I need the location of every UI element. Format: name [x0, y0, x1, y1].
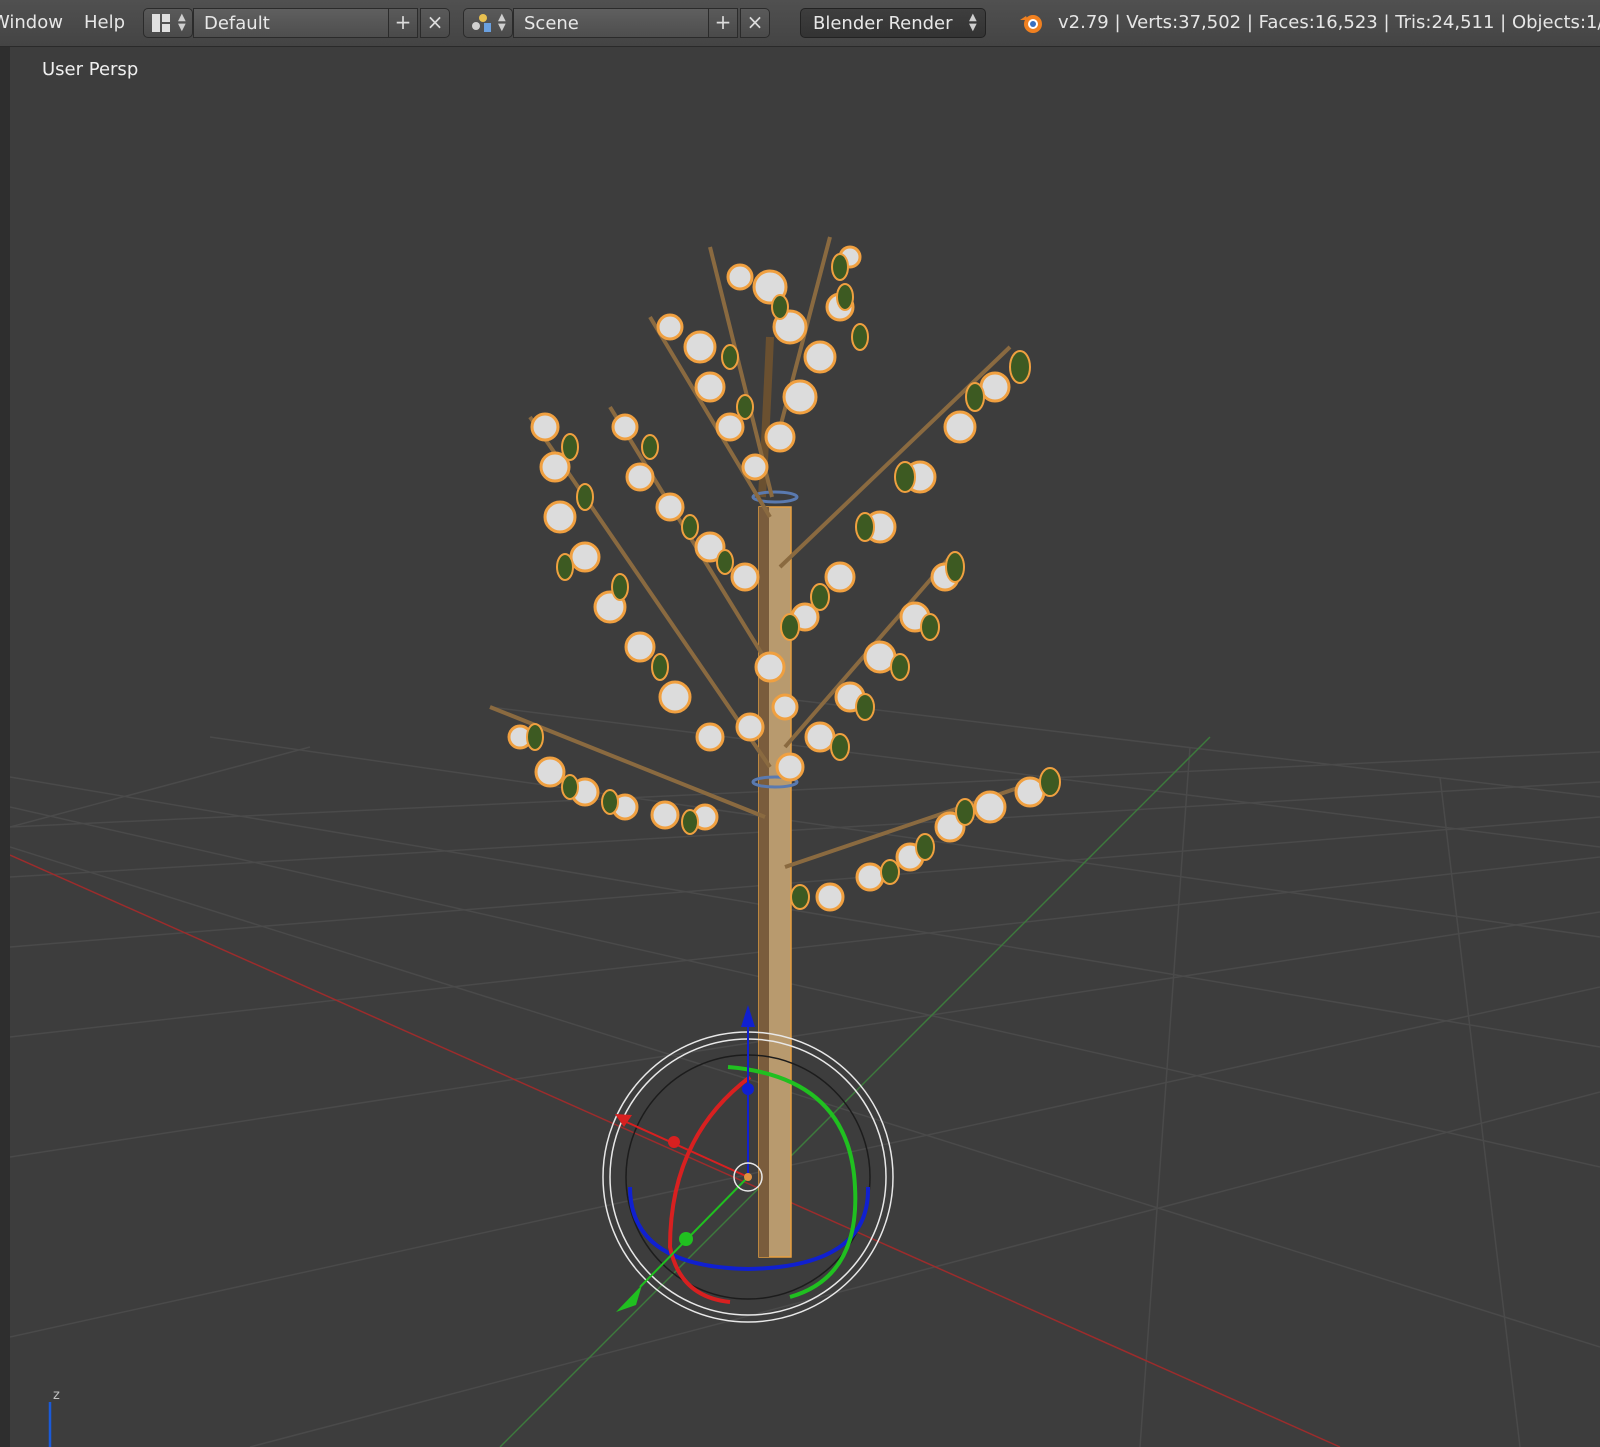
render-engine-text: Blender Render: [813, 13, 953, 34]
layout-name-text: Default: [204, 13, 270, 34]
scene-remove-button[interactable]: ×: [740, 8, 770, 38]
viewport-canvas: z: [10, 236, 1600, 1447]
view-axis-indicator: z: [48, 1388, 60, 1447]
render-engine-select[interactable]: Blender Render ▲ ▼: [800, 8, 986, 38]
floor-grid: [10, 696, 1600, 1447]
3d-viewport[interactable]: User Persp z: [10, 47, 1600, 1447]
scene-name-field[interactable]: Scene: [513, 8, 709, 38]
layout-remove-button[interactable]: ×: [420, 8, 450, 38]
plus-icon: +: [714, 10, 732, 34]
layout-icon: [152, 14, 170, 32]
x-axis-line: [10, 854, 1341, 1447]
menu-help[interactable]: Help: [84, 12, 125, 33]
info-header: Window Help ▲ ▼ Default + × ▲ ▼ Scene + × …: [0, 0, 1600, 47]
menu-window[interactable]: Window: [0, 12, 63, 33]
axis-z-label: z: [53, 1388, 60, 1403]
scene-add-button[interactable]: +: [708, 8, 738, 38]
layout-browse-button[interactable]: ▲ ▼: [143, 8, 193, 38]
z-rotation-ring[interactable]: [628, 1186, 871, 1272]
z-axis-arrow-icon[interactable]: [741, 1005, 755, 1027]
plus-icon: +: [394, 10, 412, 34]
blender-logo-icon: [1018, 10, 1046, 36]
scene-icon: [472, 14, 492, 34]
dropdown-arrows-icon: ▲ ▼: [178, 12, 186, 33]
layout-add-button[interactable]: +: [388, 8, 418, 38]
scene-browse-button[interactable]: ▲ ▼: [463, 8, 513, 38]
dropdown-arrows-icon: ▲ ▼: [969, 12, 977, 33]
layout-name-field[interactable]: Default: [193, 8, 389, 38]
close-icon: ×: [426, 10, 444, 34]
translate-manipulator[interactable]: [615, 1005, 763, 1312]
scene-name-text: Scene: [524, 13, 579, 34]
dropdown-arrows-icon: ▲ ▼: [498, 12, 506, 33]
close-icon: ×: [746, 10, 764, 34]
scene-statistics: v2.79 | Verts:37,502 | Faces:16,523 | Tr…: [1058, 12, 1600, 33]
